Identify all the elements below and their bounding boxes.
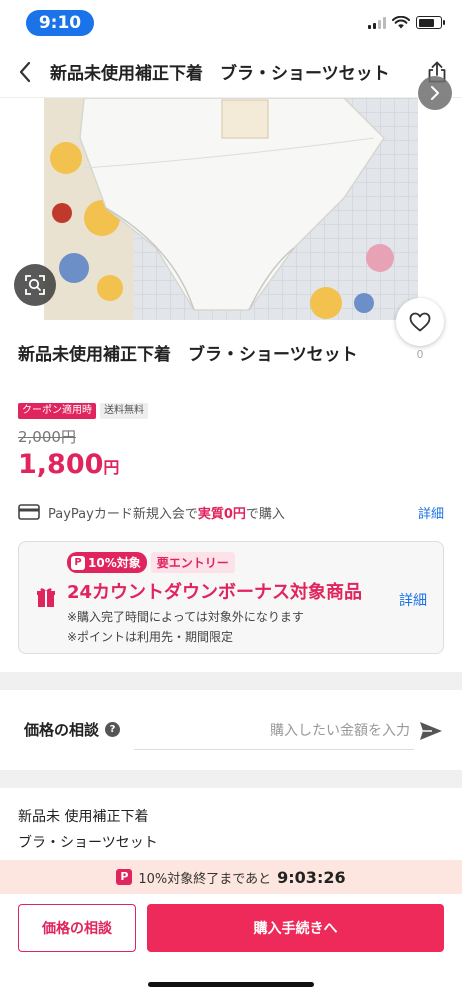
home-indicator[interactable]	[148, 982, 314, 987]
heart-icon	[409, 312, 431, 332]
card-offer-text-before: PayPayカード新規入会で	[48, 506, 198, 522]
product-photo	[44, 98, 418, 320]
signal-icon	[368, 16, 386, 29]
percent-tag-label: 10%対象	[88, 556, 141, 570]
card-offer-text-after: で購入	[245, 506, 285, 522]
page-title: 新品未使用補正下着 ブラ・ショーツセット	[50, 64, 390, 84]
countdown-banner: P 10%対象終了まであと 9:03:26	[0, 860, 462, 894]
negotiation-label-text: 価格の相談	[24, 721, 100, 739]
product-image[interactable]	[44, 98, 418, 320]
wifi-icon	[392, 16, 410, 29]
negotiation-label: 価格の相談 ?	[24, 719, 121, 740]
price-badges: クーポン適用時 送料無料	[18, 403, 148, 419]
sale-price-currency: 円	[103, 458, 120, 477]
entry-required-tag: 要エントリー	[150, 552, 235, 573]
promo-note-1: ※購入完了時間によっては対象外になります	[67, 610, 304, 624]
help-icon[interactable]: ?	[105, 722, 121, 737]
countdown-timer: 9:03:26	[277, 867, 346, 887]
nav-header: 新品未使用補正下着 ブラ・ショーツセット	[0, 46, 462, 98]
percent-tag: P 10%対象	[67, 552, 147, 573]
section-divider	[0, 672, 462, 690]
send-icon	[420, 722, 442, 740]
gift-icon	[37, 588, 55, 607]
battery-icon	[416, 16, 445, 29]
negotiate-button[interactable]: 価格の相談	[18, 904, 136, 952]
promo-note-2: ※ポイントは利用先・期間限定	[67, 630, 234, 644]
back-button[interactable]	[0, 46, 50, 98]
product-title: 新品未使用補正下着 ブラ・ショーツセット	[18, 345, 358, 365]
image-search-icon	[25, 275, 45, 295]
negotiation-price-input[interactable]	[134, 712, 414, 750]
card-offer-text: PayPayカード新規入会で実質0円で購入	[48, 503, 418, 522]
sale-price: 1,800円	[18, 449, 119, 480]
like-button[interactable]	[396, 298, 444, 346]
promo-tags: P 10%対象 要エントリー	[67, 552, 235, 573]
card-offer-highlight: 実質0円	[197, 506, 246, 522]
image-next-button[interactable]	[418, 76, 452, 110]
coupon-badge: クーポン適用時	[18, 403, 96, 419]
free-shipping-badge: 送料無料	[100, 403, 148, 419]
description-line: 新品未 使用補正下着	[18, 809, 149, 825]
bottom-action-bar: 価格の相談 購入手続きへ	[0, 894, 462, 999]
status-icons	[368, 16, 445, 29]
paypay-icon: P	[71, 555, 85, 570]
original-price: 2,000円	[18, 428, 76, 446]
card-offer-detail-link[interactable]: 詳細	[418, 503, 444, 522]
status-bar: 9:10	[0, 0, 462, 46]
section-divider	[0, 770, 462, 788]
chevron-right-icon	[431, 86, 439, 100]
promo-detail-link[interactable]: 詳細	[399, 590, 427, 610]
image-search-button[interactable]	[14, 264, 56, 306]
promo-title: 24カウントダウンボーナス対象商品	[67, 582, 363, 603]
countdown-bonus-box[interactable]: P 10%対象 要エントリー 24カウントダウンボーナス対象商品 ※購入完了時間…	[18, 541, 444, 654]
status-time: 9:10	[26, 10, 94, 36]
credit-card-icon	[18, 504, 40, 520]
sale-price-amount: 1,800	[18, 449, 104, 480]
like-count: 0	[416, 348, 424, 361]
card-offer-row: PayPayカード新規入会で実質0円で購入 詳細	[18, 501, 444, 523]
paypay-icon: P	[116, 869, 133, 885]
send-button[interactable]	[418, 719, 444, 743]
countdown-text: 10%対象終了まであと	[138, 871, 272, 887]
purchase-button[interactable]: 購入手続きへ	[147, 904, 444, 952]
chevron-left-icon	[19, 61, 31, 82]
description-line: ブラ・ショーツセット	[18, 835, 158, 851]
